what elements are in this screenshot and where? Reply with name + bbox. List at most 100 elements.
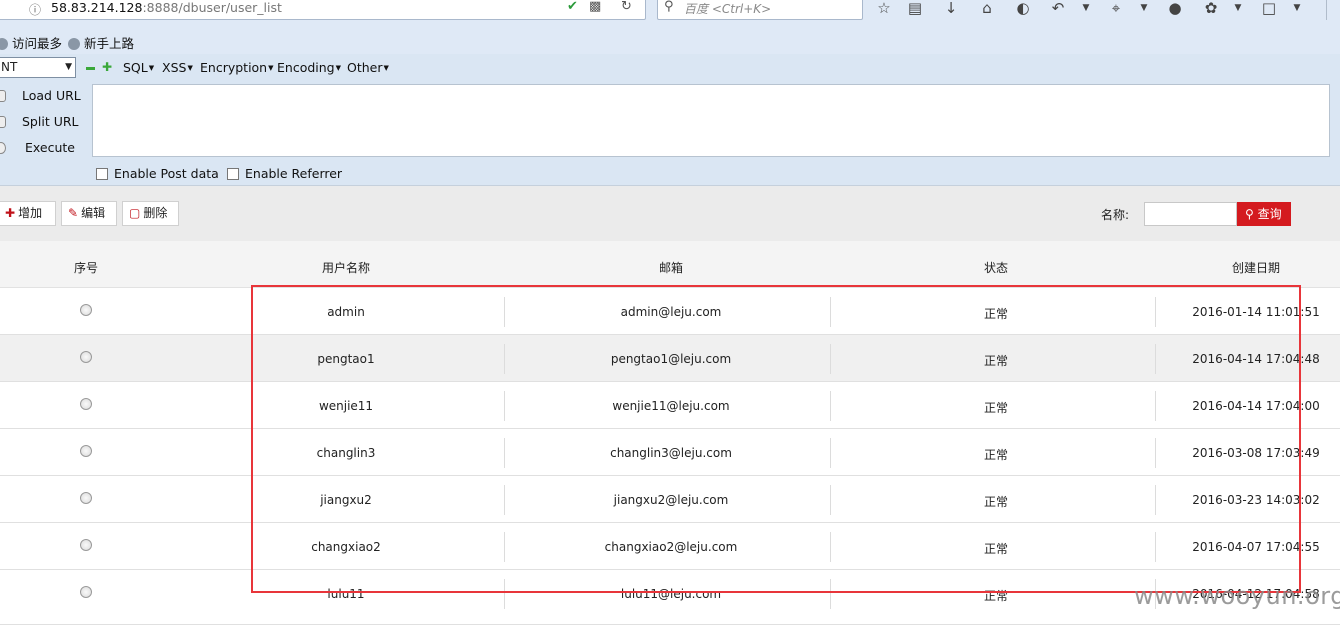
table-row[interactable]: pengtao1 pengtao1@leju.com 正常 2016-04-14… [0, 335, 1340, 382]
table-row[interactable]: changxiao2 changxiao2@leju.com 正常 2016-0… [0, 523, 1340, 570]
menu-other[interactable]: Other▼ [347, 60, 389, 75]
column-divider [830, 579, 831, 609]
column-divider [504, 344, 505, 374]
username-cell: lulu11 [327, 587, 365, 601]
load-url-button[interactable]: Load URL [22, 88, 81, 103]
delete-button[interactable]: ▢ 删除 [122, 201, 179, 226]
url-bar[interactable]: ⓘ 58.83.214.128:8888/dbuser/user_list ✔ … [0, 0, 646, 20]
column-divider [1155, 391, 1156, 421]
plus-icon[interactable]: ✚ [102, 60, 112, 74]
enable-post-data-checkbox[interactable]: Enable Post data [96, 166, 219, 181]
menu-encoding[interactable]: Encoding▼ [277, 60, 341, 75]
execute-button[interactable]: Execute [25, 140, 75, 155]
created-date-cell: 2016-03-23 14:03:02 [1192, 493, 1320, 507]
chevron-down-icon[interactable]: ▼ [1076, 0, 1096, 18]
query-button[interactable]: ⚲ 查询 [1237, 202, 1291, 226]
chevron-down-icon[interactable]: ▼ [1134, 0, 1154, 18]
column-divider [504, 391, 505, 421]
info-icon[interactable]: ⓘ [29, 1, 41, 18]
menu-xss[interactable]: XSS▼ [162, 60, 193, 75]
email-cell: changlin3@leju.com [610, 446, 732, 460]
status-cell: 正常 [983, 401, 1009, 415]
bookmark-most-visited[interactable]: 访问最多 [0, 33, 62, 52]
column-header-index[interactable]: 序号 [74, 259, 98, 276]
chevron-down-icon[interactable]: ▼ [1287, 0, 1307, 18]
chat-icon[interactable]: ● [1165, 0, 1185, 18]
table-row[interactable]: wenjie11 wenjie11@leju.com 正常 2016-04-14… [0, 382, 1340, 429]
menu-encryption[interactable]: Encryption▼ [200, 60, 274, 75]
search-icon: ⚲ [1245, 207, 1258, 221]
menu-sql[interactable]: SQL▼ [123, 60, 154, 75]
table-row[interactable]: admin admin@leju.com 正常 2016-01-14 11:01… [0, 288, 1340, 335]
minus-icon[interactable] [86, 67, 95, 70]
search-placeholder: 百度 <Ctrl+K> [684, 2, 772, 16]
add-button[interactable]: ✚ 增加 [0, 201, 56, 226]
crop-icon[interactable]: ⌖ [1106, 0, 1126, 18]
column-divider [830, 297, 831, 327]
download-icon[interactable]: ↓ [941, 0, 961, 18]
table-header: 序号 用户名称 邮箱 状态 创建日期 [0, 241, 1340, 288]
globe-icon[interactable]: ◐ [1013, 0, 1033, 18]
plus-icon: ✚ [5, 206, 16, 220]
enable-referrer-checkbox[interactable]: Enable Referrer [227, 166, 342, 181]
chevron-down-icon[interactable]: ▼ [1228, 0, 1248, 18]
reload-icon[interactable]: ↻ [621, 0, 632, 14]
column-divider [830, 344, 831, 374]
column-divider [1155, 485, 1156, 515]
toolbar-divider [1326, 0, 1327, 20]
pencil-icon: ✎ [68, 206, 79, 220]
table-row[interactable]: changlin3 changlin3@leju.com 正常 2016-03-… [0, 429, 1340, 476]
row-select-radio[interactable] [80, 351, 92, 363]
column-header-status[interactable]: 状态 [984, 259, 1008, 276]
search-icon: ⚲ [664, 0, 674, 14]
globe-icon [68, 38, 80, 50]
search-bar[interactable]: ⚲ 百度 <Ctrl+K> [657, 0, 863, 20]
star-icon[interactable]: ☆ [874, 0, 894, 18]
hackbar-select[interactable]: NT ▼ [0, 57, 76, 78]
table-row[interactable]: jiangxu2 jiangxu2@leju.com 正常 2016-03-23… [0, 476, 1340, 523]
qr-code-icon[interactable]: ▩ [589, 0, 601, 14]
chevron-down-icon: ▼ [65, 62, 72, 72]
email-cell: lulu11@leju.com [620, 587, 722, 601]
status-cell: 正常 [983, 354, 1009, 368]
email-cell: admin@leju.com [620, 305, 722, 319]
undo-icon[interactable]: ↶ [1048, 0, 1068, 18]
list-toolbar: ✚ 增加 ✎ 编辑 ▢ 删除 名称: ⚲ 查询 [0, 186, 1340, 241]
hackbar-panel: NT ▼ ✚ SQL▼ XSS▼ Encryption▼ Encoding▼ Ot… [0, 54, 1340, 186]
hackbar-url-textarea[interactable] [92, 84, 1330, 157]
row-select-radio[interactable] [80, 445, 92, 457]
username-cell: changxiao2 [311, 540, 381, 554]
email-cell: changxiao2@leju.com [604, 540, 738, 554]
email-cell: jiangxu2@leju.com [613, 493, 729, 507]
status-cell: 正常 [983, 589, 1009, 603]
window-icon[interactable]: □ [1259, 0, 1279, 18]
edit-button[interactable]: ✎ 编辑 [61, 201, 117, 226]
row-select-radio[interactable] [80, 586, 92, 598]
watermark: www.wooyun.org [1134, 582, 1340, 610]
column-header-email[interactable]: 邮箱 [659, 259, 683, 276]
username-cell: changlin3 [316, 446, 376, 460]
split-url-button[interactable]: Split URL [22, 114, 79, 129]
row-select-radio[interactable] [80, 398, 92, 410]
extension-icon[interactable]: ✿ [1201, 0, 1221, 18]
bookmark-getting-started[interactable]: 新手上路 [68, 33, 134, 52]
username-cell: wenjie11 [318, 399, 374, 413]
row-select-radio[interactable] [80, 539, 92, 551]
globe-icon [0, 38, 8, 50]
row-select-radio[interactable] [80, 304, 92, 316]
column-divider [830, 438, 831, 468]
column-divider [830, 532, 831, 562]
status-cell: 正常 [983, 448, 1009, 462]
home-icon[interactable]: ⌂ [977, 0, 997, 18]
url-text: 58.83.214.128:8888/dbuser/user_list [51, 0, 282, 15]
shield-icon: ✔ [567, 0, 578, 14]
created-date-cell: 2016-04-14 17:04:00 [1192, 399, 1320, 413]
created-date-cell: 2016-04-07 17:04:55 [1192, 540, 1320, 554]
name-filter-input[interactable] [1144, 202, 1237, 226]
row-select-radio[interactable] [80, 492, 92, 504]
reading-list-icon[interactable]: ▤ [905, 0, 925, 18]
column-header-created-date[interactable]: 创建日期 [1232, 259, 1280, 276]
created-date-cell: 2016-01-14 11:01:51 [1192, 305, 1320, 319]
column-divider [1155, 344, 1156, 374]
column-header-username[interactable]: 用户名称 [322, 259, 370, 276]
